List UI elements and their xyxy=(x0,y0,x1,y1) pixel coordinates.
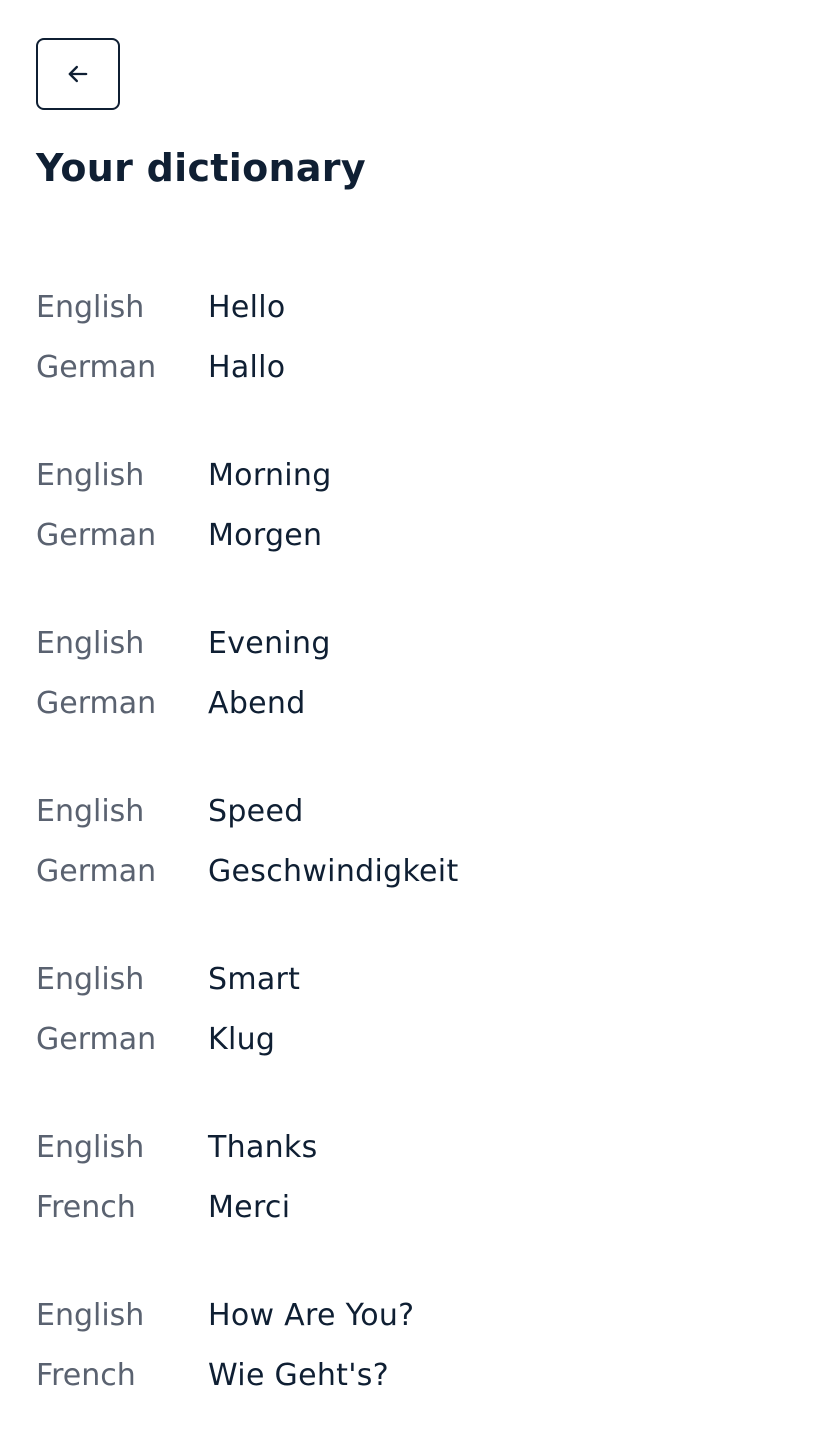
target-language: German xyxy=(36,686,157,721)
target-row: German Geschwindigkeit xyxy=(36,842,782,902)
source-word: Speed xyxy=(208,794,304,829)
source-language: English xyxy=(36,794,145,829)
dictionary-entry[interactable]: English Thanks French Merci xyxy=(36,1118,782,1286)
source-language: English xyxy=(36,1130,145,1165)
page-title: Your dictionary xyxy=(36,146,366,190)
back-button[interactable] xyxy=(36,38,120,110)
target-word: Geschwindigkeit xyxy=(208,854,459,889)
dictionary-list: English Hello German Hallo English Morni… xyxy=(36,278,782,1454)
source-language: English xyxy=(36,1298,145,1333)
target-word: Morgen xyxy=(208,518,323,553)
source-word: Evening xyxy=(208,626,331,661)
source-row: English Morning xyxy=(36,446,782,506)
source-row: English Evening xyxy=(36,614,782,674)
source-language: English xyxy=(36,458,145,493)
source-language: English xyxy=(36,962,145,997)
dictionary-entry[interactable]: English Smart German Klug xyxy=(36,950,782,1118)
source-row: English How Are You? xyxy=(36,1286,782,1346)
source-language: English xyxy=(36,290,145,325)
target-language: French xyxy=(36,1190,136,1225)
target-language: German xyxy=(36,1022,157,1057)
target-row: German Hallo xyxy=(36,338,782,398)
dictionary-entry[interactable]: English Evening German Abend xyxy=(36,614,782,782)
target-language: German xyxy=(36,518,157,553)
target-row: French Merci xyxy=(36,1178,782,1238)
target-row: German Morgen xyxy=(36,506,782,566)
dictionary-entry[interactable]: English Speed German Geschwindigkeit xyxy=(36,782,782,950)
source-row: English Hello xyxy=(36,278,782,338)
target-word: Merci xyxy=(208,1190,291,1225)
source-word: Thanks xyxy=(208,1130,318,1165)
source-row: English Speed xyxy=(36,782,782,842)
target-row: German Klug xyxy=(36,1010,782,1070)
dictionary-entry[interactable]: English Hello German Hallo xyxy=(36,278,782,446)
target-row: French Wie Geht's? xyxy=(36,1346,782,1406)
target-word: Abend xyxy=(208,686,306,721)
target-language: German xyxy=(36,854,157,889)
source-row: English Thanks xyxy=(36,1118,782,1178)
dictionary-entry[interactable]: English How Are You? French Wie Geht's? xyxy=(36,1286,782,1454)
source-word: How Are You? xyxy=(208,1298,415,1333)
target-row: German Abend xyxy=(36,674,782,734)
target-language: French xyxy=(36,1358,136,1393)
target-word: Klug xyxy=(208,1022,276,1057)
source-row: English Smart xyxy=(36,950,782,1010)
dictionary-entry[interactable]: English Morning German Morgen xyxy=(36,446,782,614)
source-language: English xyxy=(36,626,145,661)
source-word: Smart xyxy=(208,962,301,997)
source-word: Hello xyxy=(208,290,286,325)
source-word: Morning xyxy=(208,458,332,493)
arrow-left-icon xyxy=(68,65,88,83)
target-word: Hallo xyxy=(208,350,286,385)
target-language: German xyxy=(36,350,157,385)
target-word: Wie Geht's? xyxy=(208,1358,389,1393)
